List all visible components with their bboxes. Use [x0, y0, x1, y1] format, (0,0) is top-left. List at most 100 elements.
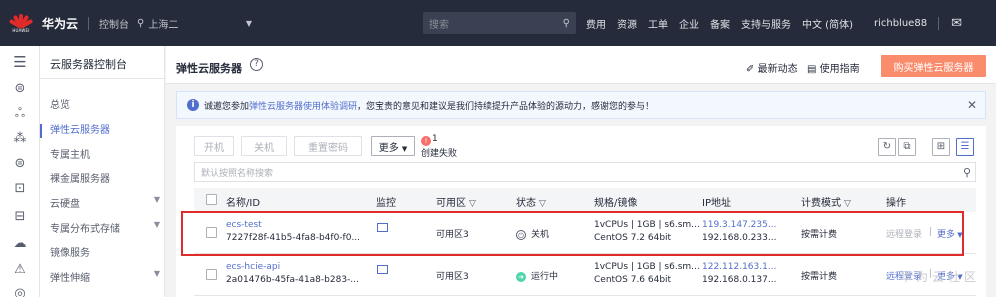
sidebar-item-dedicated-host[interactable]: 专属主机: [50, 146, 160, 161]
storage-icon[interactable]: ⊡: [12, 181, 28, 197]
brand-name[interactable]: 华为云: [42, 15, 78, 32]
instance-name[interactable]: ecs-test: [226, 220, 262, 230]
more-actions-button[interactable]: 更多 ▼: [371, 136, 415, 156]
mail-icon[interactable]: ✉: [951, 16, 962, 31]
col-zone[interactable]: 可用区 ▽: [436, 194, 476, 209]
nav-filing[interactable]: 备案: [710, 16, 730, 31]
reset-password-button[interactable]: 重置密码: [294, 136, 362, 156]
sidebar-item-ims[interactable]: 镜像服务: [50, 244, 160, 259]
image: CentOS 7.6 64bit: [594, 275, 672, 285]
status: ➜ 运行中: [516, 269, 558, 282]
monitor-chart-icon[interactable]: [377, 265, 388, 277]
divider: [88, 16, 90, 30]
close-icon[interactable]: ✕: [967, 98, 977, 112]
console-link[interactable]: 控制台: [99, 16, 129, 31]
stop-button[interactable]: 关机: [241, 136, 287, 156]
cloud-server-icon[interactable]: ⊜: [12, 81, 28, 97]
private-ip: 192.168.0.137...: [702, 275, 777, 285]
global-search-input[interactable]: 搜索 ⚲: [423, 12, 576, 34]
nav-tickets[interactable]: 工单: [648, 16, 668, 31]
filter-icon[interactable]: ▽: [469, 199, 476, 209]
region-label: 上海二: [148, 19, 179, 31]
cluster-icon[interactable]: ⁂: [12, 131, 28, 147]
sidebar-item-bare-metal[interactable]: 裸金属服务器: [50, 170, 160, 185]
network-icon[interactable]: ஃ: [12, 106, 28, 122]
col-monitor: 监控: [376, 198, 396, 209]
running-icon: ➜: [516, 271, 526, 282]
info-icon: i: [187, 99, 199, 111]
filter-icon[interactable]: ▽: [539, 199, 546, 209]
select-all-checkbox[interactable]: [206, 194, 217, 205]
database-icon[interactable]: ⊜: [12, 156, 28, 172]
nav-language[interactable]: 中文 (简体): [802, 16, 853, 31]
start-button[interactable]: 开机: [194, 136, 234, 156]
instance-name[interactable]: ecs-hcie-api: [226, 262, 280, 272]
cloud-icon[interactable]: ☁: [12, 236, 28, 252]
sidebar-item-as[interactable]: 弹性伸缩 ▼: [50, 269, 160, 284]
security-icon[interactable]: ⚠: [12, 262, 28, 278]
sidebar-item-overview[interactable]: 总览: [50, 96, 160, 111]
divider: [938, 16, 940, 30]
fail-count[interactable]: 1: [432, 134, 438, 144]
col-status[interactable]: 状态 ▽: [516, 194, 546, 209]
search-input[interactable]: 默认按照名称搜索 ⚲: [194, 162, 976, 182]
public-ip[interactable]: 122.112.163.1...: [702, 262, 776, 272]
table-row[interactable]: ecs-hcie-api 2a01476b-45fa-41a8-b283-...…: [194, 254, 976, 296]
instance-panel: 开机 关机 重置密码 更多 ▼ ! 1 创建失败 ↻ ⧉ ⊞ ☰ 默认按照名称搜…: [176, 126, 986, 297]
region-selector[interactable]: ⚲ 上海二 ▼: [137, 8, 252, 38]
more-services-icon[interactable]: ◎: [12, 286, 28, 297]
list-view-icon[interactable]: ☰: [956, 138, 974, 156]
sidebar-item-dss[interactable]: 专属分布式存储 ▼: [50, 220, 160, 235]
huawei-logo[interactable]: HUAWEI: [6, 8, 36, 38]
col-billing[interactable]: 计费模式 ▽: [801, 194, 851, 209]
error-icon: !: [421, 136, 431, 146]
buy-ecs-button[interactable]: 购买弹性云服务器: [881, 55, 986, 77]
caret-down-icon: ▼: [955, 231, 963, 239]
menu-icon[interactable]: ☰: [12, 54, 28, 70]
image: CentOS 7.2 64bit: [594, 233, 672, 243]
chevron-down-icon: ▼: [153, 195, 160, 204]
watermark: 华为云社区: [900, 270, 981, 284]
nav-billing[interactable]: 费用: [586, 16, 606, 31]
row-checkbox[interactable]: [206, 269, 217, 280]
nav-enterprise[interactable]: 企业: [679, 16, 699, 31]
table-row[interactable]: ecs-test 7227f28f-41b5-4fa8-b4f0-f0... 可…: [194, 212, 976, 254]
monitor-icon[interactable]: ⊟: [12, 209, 28, 225]
active-indicator: [40, 124, 42, 138]
row-more-link[interactable]: 更多 ▼: [937, 227, 963, 240]
row-checkbox[interactable]: [206, 227, 217, 238]
sidebar-item-evs[interactable]: 云硬盘 ▼: [50, 195, 160, 210]
filter-icon[interactable]: ▽: [844, 199, 851, 209]
survey-link[interactable]: 弹性云服务器使用体验调研: [249, 99, 357, 112]
create-failed-label[interactable]: 创建失败: [421, 146, 457, 159]
user-name[interactable]: richblue88: [874, 18, 927, 29]
monitor-chart-icon[interactable]: [377, 223, 388, 235]
sidebar: 云服务器控制台 总览 弹性云服务器 专属主机 裸金属服务器 云硬盘 ▼ 专属分布…: [40, 46, 165, 297]
col-name: 名称/ID: [226, 198, 261, 209]
user-guide-link[interactable]: ▤ 使用指南: [807, 60, 860, 75]
caret-down-icon: ▼: [245, 18, 253, 28]
nav-resources[interactable]: 资源: [617, 16, 637, 31]
refresh-icon[interactable]: ↻: [878, 138, 896, 156]
table-header: 名称/ID 监控 可用区 ▽ 状态 ▽ 规格/镜像 IP地址 计费模式 ▽ 操作: [194, 188, 976, 212]
zone: 可用区3: [436, 230, 469, 240]
search-icon[interactable]: ⚲: [963, 166, 971, 179]
latest-news-link[interactable]: ✐ 最新动态: [746, 60, 798, 75]
status: ⏻ 关机: [516, 227, 549, 240]
search-icon[interactable]: ⚲: [563, 18, 570, 29]
help-icon[interactable]: ?: [250, 58, 263, 71]
page-title: 弹性云服务器: [176, 62, 242, 75]
zone: 可用区3: [436, 272, 469, 282]
survey-notice: i 诚邀您参加 弹性云服务器使用体验调研 ，您宝贵的意见和建议是我们持续提升产品体验…: [176, 91, 986, 119]
huawei-flower-icon: [8, 13, 34, 29]
nav-support[interactable]: 支持与服务: [741, 16, 791, 31]
spec: 1vCPUs | 1GB | s6.sm...: [594, 220, 700, 230]
spec: 1vCPUs | 1GB | s6.sm...: [594, 262, 700, 272]
export-icon[interactable]: ⧉: [898, 138, 916, 156]
sidebar-item-ecs[interactable]: 弹性云服务器: [50, 121, 160, 136]
search-placeholder: 默认按照名称搜索: [201, 168, 274, 179]
billing: 按需计费: [801, 230, 838, 240]
public-ip[interactable]: 119.3.147.235...: [702, 220, 776, 230]
remote-login-link[interactable]: 远程登录: [886, 227, 922, 240]
grid-view-icon[interactable]: ⊞: [932, 138, 950, 156]
